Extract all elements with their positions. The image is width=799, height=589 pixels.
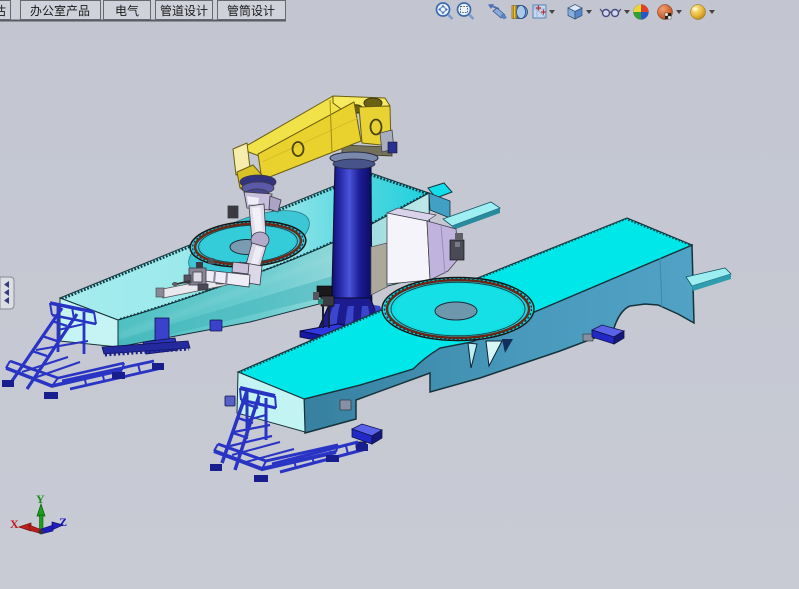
svg-text:办公室产品: 办公室产品 [30,3,90,18]
svg-text:Y: Y [36,492,45,506]
svg-text:管筒设计: 管筒设计 [227,3,275,18]
svg-text:管道设计: 管道设计 [160,3,208,18]
svg-text:Z: Z [59,515,67,529]
svg-text:X: X [10,517,19,531]
svg-text:估: 估 [0,4,6,18]
svg-text:电气: 电气 [115,3,139,18]
